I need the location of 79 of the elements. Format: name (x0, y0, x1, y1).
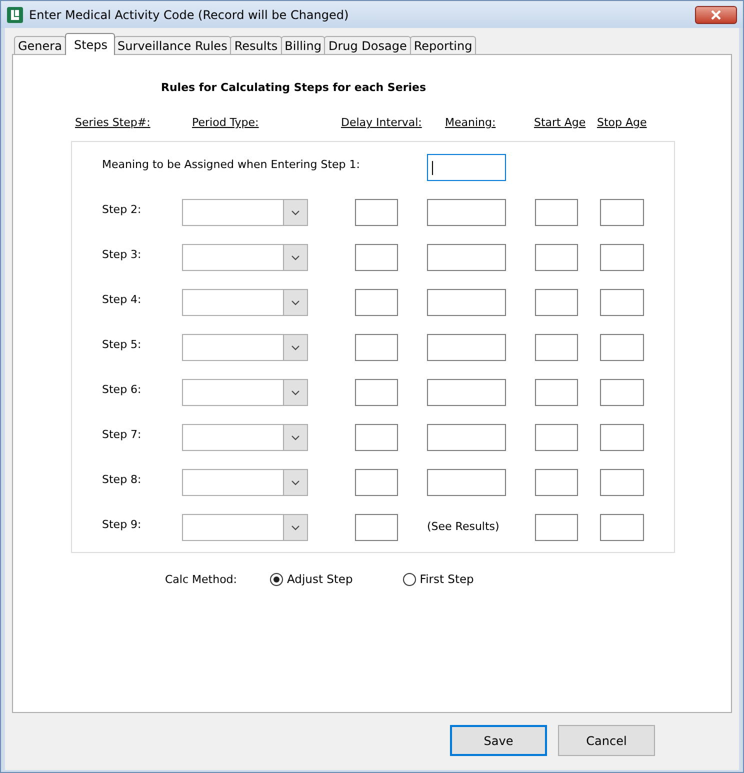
input-field[interactable] (427, 289, 506, 316)
field-label: Calc Method: (165, 572, 238, 586)
chevron-down-icon (291, 254, 300, 260)
input-field[interactable] (600, 424, 644, 451)
input-field[interactable] (535, 244, 578, 271)
input-field[interactable] (535, 514, 578, 541)
step-label: Step 8: (102, 472, 142, 486)
dropdown[interactable] (182, 379, 308, 406)
dialog-button[interactable]: Cancel (558, 725, 655, 756)
step-label: Step 6: (102, 382, 142, 396)
tab[interactable]: Steps (64, 33, 115, 55)
chevron-down-icon (291, 390, 300, 396)
input-field[interactable] (535, 199, 578, 226)
chevron-down-icon (291, 434, 300, 440)
chevron-down-icon (291, 300, 300, 306)
input-field[interactable] (535, 289, 578, 316)
step-label: Step 2: (102, 202, 142, 216)
input-field[interactable] (600, 469, 644, 496)
input-field[interactable] (535, 424, 578, 451)
input-field[interactable] (355, 424, 398, 451)
dropdown[interactable] (182, 244, 308, 271)
input-field[interactable] (427, 244, 506, 271)
column-header: Start Age (534, 116, 587, 129)
step-label: Step 9: (102, 517, 142, 531)
input-field[interactable] (355, 334, 398, 361)
app-icon (7, 6, 23, 22)
input-field[interactable] (427, 424, 506, 451)
dropdown[interactable] (182, 199, 308, 226)
input-field[interactable] (600, 244, 644, 271)
step-label: Step 5: (102, 337, 142, 351)
column-header: Stop Age (597, 116, 648, 129)
column-header: Period Type: (192, 116, 260, 129)
dropdown[interactable] (182, 424, 308, 451)
dropdown[interactable] (182, 514, 308, 541)
tab[interactable]: Drug Dosage (324, 36, 411, 55)
radio-option[interactable]: Adjust Step (270, 572, 353, 586)
input-field[interactable] (355, 514, 398, 541)
chevron-down-icon (291, 480, 300, 486)
input-field[interactable] (600, 334, 644, 361)
field-label: Meaning to be Assigned when Entering Step 1: (102, 157, 361, 173)
dropdown[interactable] (182, 289, 308, 316)
section-heading: Rules for Calculating Steps for each Series (161, 81, 428, 94)
tab[interactable]: Genera (14, 36, 66, 55)
window-title: Enter Medical Activity Code (Record will be Changed) (29, 8, 350, 22)
step-label: Step 7: (102, 427, 142, 441)
input-field[interactable] (427, 154, 506, 181)
input-field[interactable] (355, 289, 398, 316)
input-field[interactable] (600, 199, 644, 226)
step-label: Step 4: (102, 292, 142, 306)
input-field[interactable] (427, 334, 506, 361)
dropdown[interactable] (182, 469, 308, 496)
chevron-down-icon (291, 210, 300, 216)
column-header: Series Step#: (75, 116, 152, 129)
input-field[interactable] (600, 514, 644, 541)
input-field[interactable] (535, 469, 578, 496)
input-field[interactable] (427, 379, 506, 406)
chevron-down-icon (291, 344, 300, 350)
step-label: Step 3: (102, 247, 142, 261)
input-field[interactable] (355, 379, 398, 406)
input-field[interactable] (600, 379, 644, 406)
input-field[interactable] (427, 469, 506, 496)
note-text: (See Results) (427, 519, 500, 533)
input-field[interactable] (535, 379, 578, 406)
input-field[interactable] (535, 334, 578, 361)
input-field[interactable] (355, 199, 398, 226)
input-field[interactable] (600, 289, 644, 316)
close-button[interactable] (695, 6, 737, 24)
input-field[interactable] (427, 199, 506, 226)
dropdown[interactable] (182, 334, 308, 361)
column-header: Meaning: (445, 116, 497, 129)
radio-option[interactable]: First Step (402, 572, 474, 586)
input-field[interactable] (355, 244, 398, 271)
tab[interactable]: Reporting (410, 36, 476, 55)
tab[interactable]: Billing (280, 36, 326, 55)
chevron-down-icon (291, 524, 300, 530)
column-header: Delay Interval: (341, 116, 423, 129)
dialog-button[interactable]: Save (450, 725, 547, 756)
input-field[interactable] (355, 469, 398, 496)
close-icon (710, 10, 722, 20)
